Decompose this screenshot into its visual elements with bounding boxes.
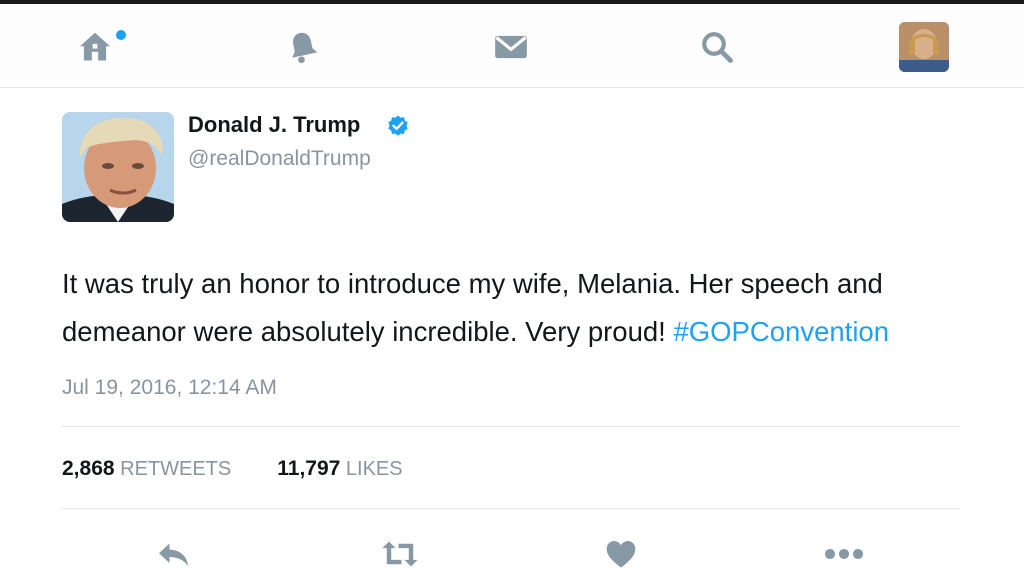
engagement-stats: 2,868 RETWEETS 11,797 LIKES <box>62 457 449 481</box>
retweet-icon[interactable] <box>378 534 422 574</box>
tweet-timestamp[interactable]: Jul 19, 2016, 12:14 AM <box>62 376 277 400</box>
envelope-icon[interactable] <box>486 22 536 72</box>
author-handle[interactable]: @realDonaldTrump <box>188 147 371 171</box>
home-icon[interactable] <box>70 22 120 72</box>
tweet-text: It was truly an honor to introduce my wi… <box>62 260 960 356</box>
unread-indicator-dot <box>116 30 126 40</box>
divider <box>62 508 960 509</box>
likes-count: 11,797 <box>277 457 341 480</box>
retweets-stat[interactable]: 2,868 RETWEETS <box>62 457 231 481</box>
user-avatar[interactable] <box>899 22 949 72</box>
author-name[interactable]: Donald J. Trump <box>188 112 360 138</box>
more-icon[interactable] <box>822 534 866 574</box>
likes-stat[interactable]: 11,797 LIKES <box>277 457 402 481</box>
author-avatar[interactable] <box>62 112 174 222</box>
bell-icon[interactable] <box>278 22 328 72</box>
reply-icon[interactable] <box>152 534 196 574</box>
divider <box>62 426 960 427</box>
search-icon[interactable] <box>692 22 742 72</box>
likes-label: LIKES <box>345 458 403 480</box>
top-navigation-bar <box>0 4 1024 88</box>
retweets-count: 2,868 <box>62 457 115 480</box>
like-icon[interactable] <box>599 534 643 574</box>
retweets-label: RETWEETS <box>120 458 232 480</box>
hashtag-link[interactable]: #GOPConvention <box>673 316 889 347</box>
verified-badge-icon <box>386 114 410 138</box>
